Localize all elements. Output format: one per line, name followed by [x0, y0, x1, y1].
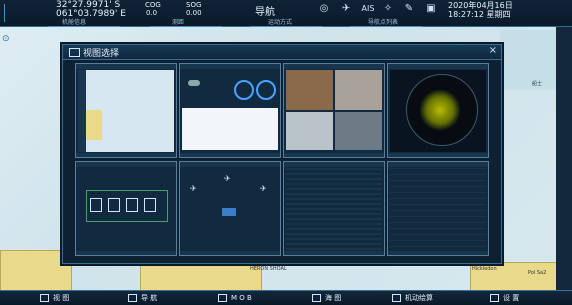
map-label: Pol Sa2 — [528, 270, 547, 276]
range-ring-icon: ⊙ — [2, 34, 10, 44]
maneuver-button[interactable]: 机动绘算 — [392, 292, 433, 304]
view-thumb-radar[interactable] — [387, 63, 489, 158]
view-label: 视 图 — [53, 294, 70, 302]
thumb-systems-preview — [78, 168, 174, 250]
view-grid: ✈ ✈ ✈ — [75, 63, 489, 257]
dialog-title: 视图选择 — [83, 49, 120, 59]
thumb-header — [180, 162, 280, 167]
tab-underline — [150, 22, 222, 27]
image-icon[interactable]: ▣ — [425, 3, 437, 15]
mob-label: M O B — [231, 294, 252, 302]
thumb-footer — [76, 251, 176, 255]
thumb-header — [76, 162, 176, 167]
mob-icon — [218, 294, 227, 302]
thumb-header — [180, 64, 280, 69]
position-frame — [4, 4, 41, 22]
thumb-header — [284, 162, 384, 167]
navigate-button[interactable]: 导 航 — [128, 292, 157, 304]
thumb-header — [388, 64, 488, 69]
thumb-footer — [284, 153, 384, 157]
thumb-header — [76, 64, 176, 69]
sea-chart-label: 海 图 — [325, 294, 342, 302]
page-title: 导航 — [255, 7, 275, 18]
thumb-cameras-preview — [286, 70, 382, 152]
settings-icon[interactable]: ✎ — [403, 3, 415, 15]
gear-icon — [490, 294, 499, 302]
view-select-dialog: 视图选择 × ✈ ✈ ✈ — [62, 44, 502, 264]
sea-area — [500, 30, 556, 90]
view-thumb-cameras[interactable] — [283, 63, 385, 158]
chart-icon[interactable]: ✧ — [382, 3, 394, 15]
maneuver-label: 机动绘算 — [405, 294, 433, 302]
thumb-footer — [180, 153, 280, 157]
thumb-chart-preview — [78, 70, 174, 152]
view-thumb-systems[interactable] — [75, 161, 177, 256]
close-button[interactable]: × — [489, 45, 497, 56]
dialog-title-bar: 视图选择 × — [63, 45, 501, 60]
thumb-footer — [388, 153, 488, 157]
view-thumb-satellite[interactable]: ✈ ✈ ✈ — [179, 161, 281, 256]
cog-value: 0.0 — [146, 9, 158, 17]
thumb-footer — [76, 153, 176, 157]
thumb-footer — [284, 251, 384, 255]
thumb-table-preview — [286, 168, 382, 250]
navigate-icon — [128, 294, 137, 302]
thumb-header — [388, 162, 488, 167]
navigate-label: 导 航 — [141, 294, 158, 302]
view-icon — [69, 48, 80, 57]
maneuver-icon — [392, 294, 401, 302]
view-button[interactable]: 视 图 — [40, 292, 69, 304]
thumb-log-preview — [390, 168, 486, 250]
settings-label: 设 置 — [503, 294, 520, 302]
sea-chart-icon — [312, 294, 321, 302]
mob-button[interactable]: M O B — [218, 292, 252, 304]
thumb-radar-preview — [390, 70, 486, 152]
sog-label: SOG — [186, 1, 202, 9]
ais-icon[interactable]: AIS — [360, 3, 376, 15]
compass-icon[interactable]: ◎ — [318, 3, 330, 15]
time: 18:27:12 星期四 — [448, 10, 511, 19]
map-label: Hickledon — [472, 266, 497, 272]
cog-label: COG — [145, 1, 161, 9]
settings-button[interactable]: 设 置 — [490, 292, 519, 304]
tab-underline — [350, 22, 422, 27]
map-label: 船士 — [532, 81, 543, 87]
view-thumb-log[interactable] — [387, 161, 489, 256]
map-label: HERON SHOAL — [250, 266, 287, 272]
view-icon — [40, 294, 49, 302]
thumb-header — [284, 64, 384, 69]
tab-underline — [250, 22, 322, 27]
sea-chart-button[interactable]: 海 图 — [312, 292, 341, 304]
bottom-bar: 视 图 导 航 M O B 海 图 机动绘算 设 置 — [0, 290, 572, 305]
view-thumb-engine[interactable] — [179, 63, 281, 158]
top-bar: 32°27.9971' S 061°03.7989' E COG 0.0 SOG… — [0, 0, 572, 27]
right-panel — [556, 26, 572, 290]
thumb-footer — [388, 251, 488, 255]
sog-value: 0.00 — [186, 9, 202, 17]
tab-underline — [48, 22, 120, 27]
thumb-satellite-preview: ✈ ✈ ✈ — [182, 168, 278, 250]
thumb-footer — [180, 251, 280, 255]
view-thumb-chart[interactable] — [75, 63, 177, 158]
thumb-engine-preview — [182, 70, 278, 152]
satellite-icon[interactable]: ✈ — [340, 3, 352, 15]
view-thumb-table[interactable] — [283, 161, 385, 256]
